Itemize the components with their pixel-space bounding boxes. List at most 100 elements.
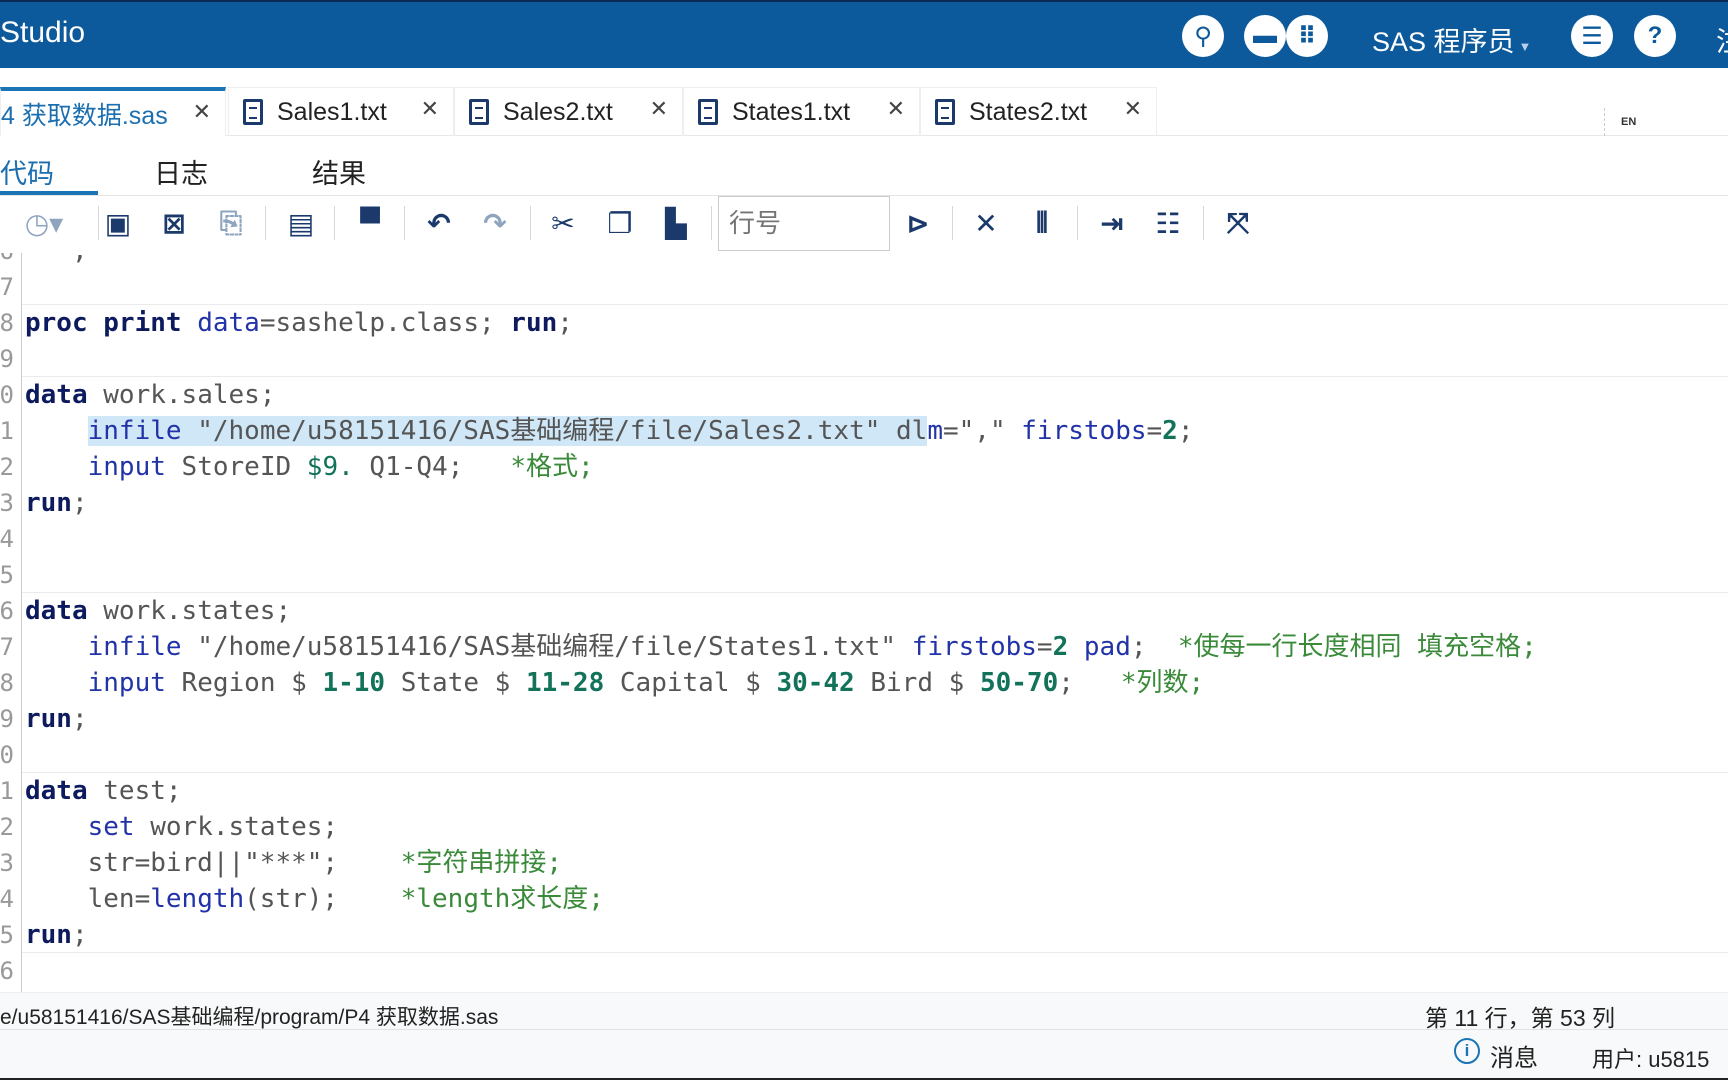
code-token: *length求长度; <box>400 884 604 914</box>
tab-sales2[interactable]: Sales2.txt ✕ <box>454 87 683 136</box>
code-token: ; <box>1058 668 1121 698</box>
code-token: 50-70 <box>979 668 1059 698</box>
code-token: run <box>510 308 558 338</box>
line-number: 25 <box>0 921 14 949</box>
folder-open-icon[interactable]: ▬ <box>1244 15 1286 57</box>
undo-icon[interactable]: ↶ <box>422 206 456 240</box>
cursor-position: 第 11 行，第 53 列 <box>1425 1005 1616 1031</box>
tab-states2[interactable]: States2.txt ✕ <box>920 87 1157 136</box>
print-icon[interactable]: ▀ <box>353 206 387 240</box>
maximize-icon[interactable]: ⤧ <box>1221 206 1255 240</box>
export-icon[interactable]: ▤ <box>284 206 318 240</box>
line-number: 19 <box>0 705 14 733</box>
code-line[interactable]: run; <box>25 485 88 521</box>
code-line[interactable]: infile "/home/u58151416/SAS基础编程/file/Sal… <box>25 413 1193 449</box>
tab-sales1[interactable]: Sales1.txt ✕ <box>228 87 454 136</box>
ime-indicator[interactable]: EN <box>1604 108 1660 136</box>
role-label: SAS 程序员 <box>1372 27 1515 57</box>
code-token: "/home/u58151416/SAS基础编程/file/Sales2.txt… <box>181 416 928 446</box>
run-icon[interactable]: ⊳ <box>901 206 935 240</box>
line-number-input[interactable] <box>718 196 890 251</box>
menu-list-icon[interactable]: ☰ <box>1571 15 1613 57</box>
clear-icon[interactable]: ✕ <box>969 206 1003 240</box>
close-icon[interactable]: ✕ <box>650 96 668 122</box>
code-token: run <box>25 488 72 518</box>
line-number: 12 <box>0 453 14 481</box>
save-as-icon[interactable]: ⊠ <box>157 206 191 240</box>
close-icon[interactable]: ✕ <box>421 96 439 122</box>
app-header: Studio ⚲ ▬ ⠿ SAS 程序员▼ ☰ ? 注 <box>0 0 1728 68</box>
tab-code[interactable]: 代码 <box>0 152 54 191</box>
code-line[interactable]: ; <box>25 253 88 269</box>
line-number: 26 <box>0 957 14 985</box>
code-line[interactable]: data work.sales; <box>25 377 275 413</box>
code-line[interactable]: proc print data=sashelp.class; run; <box>25 305 573 341</box>
code-line[interactable]: input StoreID $9. Q1-Q4; *格式; <box>25 449 594 485</box>
code-token: len= <box>25 884 151 914</box>
code-line[interactable]: len=length(str); *length求长度; <box>25 881 604 917</box>
redo-icon[interactable]: ↷ <box>478 206 512 240</box>
code-token: 30-42 <box>776 668 855 698</box>
code-token: Bird $ <box>854 668 980 698</box>
app-title: Studio <box>0 16 86 49</box>
header-cut-text[interactable]: 注 <box>1716 20 1728 59</box>
code-token: set <box>87 812 135 842</box>
code-line[interactable]: infile "/home/u58151416/SAS基础编程/file/Sta… <box>25 629 1537 665</box>
code-line[interactable]: set work.states; <box>25 809 338 845</box>
code-token: data <box>25 380 88 410</box>
code-token: pad <box>1083 632 1131 662</box>
close-icon[interactable]: ✕ <box>1124 96 1142 122</box>
code-line[interactable]: str=bird||"***"; *字符串拼接; <box>25 845 562 881</box>
editor-toolbar: ◷▾ ▣ ⊠ ⎘ ▤ ▀ ↶ ↷ ✂ ❐ ▙ ⊳ ✕ ⫴ ⇥ ☷ ⤧ <box>0 196 1728 253</box>
apps-grid-icon[interactable]: ⠿ <box>1286 15 1328 57</box>
code-token: work.sales; <box>87 380 276 410</box>
history-icon[interactable]: ◷▾ <box>16 206 72 240</box>
close-icon[interactable]: ✕ <box>887 96 905 122</box>
tab-states1[interactable]: States1.txt ✕ <box>683 87 920 136</box>
save-copy-icon[interactable]: ⎘ <box>214 206 248 240</box>
tab-label: Sales1.txt <box>277 97 387 126</box>
code-token: run <box>25 920 72 950</box>
line-number: 14 <box>0 525 14 553</box>
file-tabs: 4 获取数据.sas ✕ Sales1.txt ✕ Sales2.txt ✕ Stat… <box>0 68 1728 136</box>
code-token: ="," <box>943 416 1022 446</box>
code-token: $9. <box>306 452 354 482</box>
code-token: input <box>87 668 166 698</box>
messages-link[interactable]: 消息 <box>1490 1038 1538 1073</box>
tab-log[interactable]: 日志 <box>154 152 208 191</box>
code-line[interactable]: data test; <box>25 773 182 809</box>
save-icon[interactable]: ▣ <box>101 206 135 240</box>
help-icon[interactable]: ? <box>1634 15 1676 57</box>
tab-p4-sas[interactable]: 4 获取数据.sas ✕ <box>0 87 226 136</box>
info-icon[interactable]: i <box>1454 1038 1480 1064</box>
code-token: length <box>150 884 245 914</box>
code-line[interactable]: input Region $ 1-10 State $ 11-28 Capita… <box>25 665 1205 701</box>
outdent-icon[interactable]: ☷ <box>1151 206 1185 240</box>
line-number: 24 <box>0 885 14 913</box>
line-number: 7 <box>0 273 14 301</box>
document-icon <box>469 99 489 125</box>
code-token: ; <box>1130 632 1178 662</box>
code-line[interactable]: run; <box>25 917 88 953</box>
format-code-icon[interactable]: ⫴ <box>1025 206 1059 240</box>
line-number: 6 <box>0 253 14 269</box>
line-number: 10 <box>0 381 14 409</box>
code-line[interactable]: data work.states; <box>25 593 291 629</box>
close-icon[interactable]: ✕ <box>193 99 211 125</box>
code-editor[interactable]: 6 ;78proc print data=sashelp.class; run;… <box>0 253 1728 992</box>
cut-icon[interactable]: ✂ <box>546 206 580 240</box>
search-icon[interactable]: ⚲ <box>1182 15 1224 57</box>
paste-icon[interactable]: ▙ <box>659 206 693 240</box>
copy-icon[interactable]: ❐ <box>603 206 637 240</box>
code-token: firstobs <box>1021 416 1147 446</box>
role-menu[interactable]: SAS 程序员 ▼ <box>1372 20 1531 59</box>
code-line[interactable]: run; <box>25 701 88 737</box>
indent-icon[interactable]: ⇥ <box>1095 206 1129 240</box>
line-number: 22 <box>0 813 14 841</box>
user-label: 用户: u5815 <box>1592 1047 1710 1072</box>
tab-results[interactable]: 结果 <box>312 152 366 191</box>
active-tab-indicator <box>0 191 98 195</box>
